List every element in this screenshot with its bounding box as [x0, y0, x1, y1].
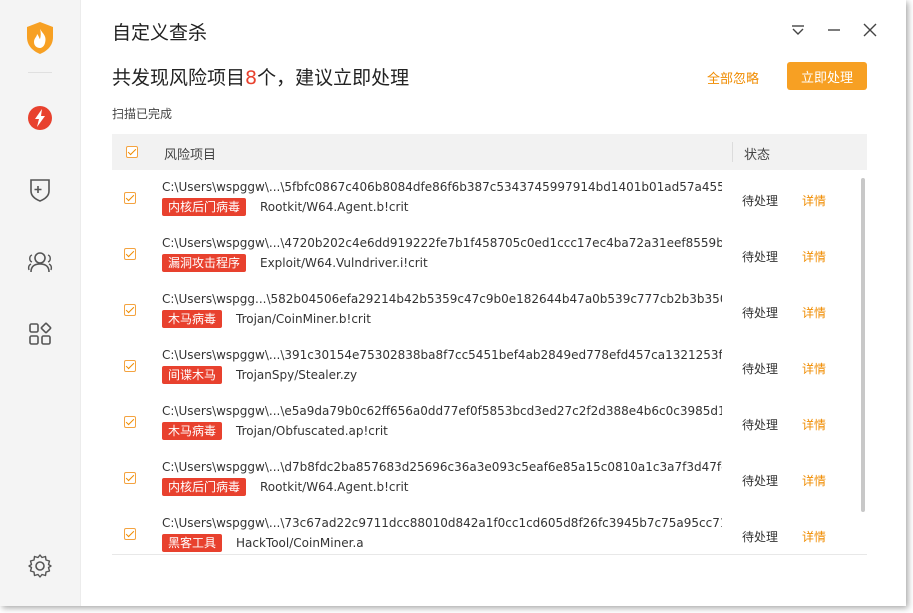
- row-status: 待处理: [742, 418, 779, 432]
- file-path: C:\Users\wspggw\...\e5a9da79b0c62ff656a0…: [162, 404, 722, 418]
- threat-category-badge: 漏洞攻击程序: [162, 254, 247, 272]
- shield-plus-icon[interactable]: [24, 174, 56, 206]
- detail-link[interactable]: 详情: [802, 416, 826, 433]
- summary-suffix: 个，建议立即处理: [257, 67, 410, 89]
- risk-count: 8: [245, 67, 258, 89]
- sidebar: [0, 0, 81, 606]
- settings-gear-icon[interactable]: [24, 550, 56, 582]
- row-status: 待处理: [742, 530, 779, 544]
- ignore-all-link[interactable]: 全部忽略: [707, 68, 759, 87]
- table-row: C:\Users\wspggw\...\391c30154e75302838ba…: [112, 338, 867, 394]
- threat-category-badge: 内核后门病毒: [162, 198, 247, 216]
- threat-category-badge: 木马病毒: [162, 310, 223, 328]
- file-path: C:\Users\wspggw\...\73c67ad22c9711dcc880…: [162, 516, 722, 530]
- file-path: C:\Users\wspgg...\582b04506efa29214b42b5…: [162, 292, 722, 306]
- row-status: 待处理: [742, 362, 779, 376]
- header-divider: [732, 142, 733, 162]
- shield-flame-logo-icon: [24, 22, 56, 54]
- threat-category-badge: 黑客工具: [162, 534, 223, 552]
- header-status: 状态: [744, 148, 771, 163]
- risk-summary-headline: 共发现风险项目8个，建议立即处理: [112, 63, 409, 90]
- row-checkbox[interactable]: [124, 248, 136, 260]
- virus-name: HackTool/CoinMiner.a: [236, 536, 364, 550]
- table-row: C:\Users\wspggw\...\5fbfc0867c406b8084df…: [112, 170, 867, 226]
- main-panel: 自定义查杀 共发现风险项目8个，建议立即处理 全部忽略 立即处理 扫描已完成 风…: [80, 0, 906, 606]
- table-row: C:\Users\wspggw\...\d7b8fdc2ba857683d256…: [112, 450, 867, 506]
- row-checkbox[interactable]: [124, 304, 136, 316]
- file-path: C:\Users\wspggw\...\4720b202c4e6dd919222…: [162, 236, 722, 250]
- summary-prefix: 共发现风险项目: [112, 67, 246, 89]
- table-body: C:\Users\wspggw\...\5fbfc0867c406b8084df…: [112, 170, 867, 554]
- table-header: 风险项目 状态: [112, 134, 867, 170]
- window-title: 自定义查杀: [112, 22, 208, 44]
- row-status: 待处理: [742, 474, 779, 488]
- row-status: 待处理: [742, 306, 779, 320]
- row-checkbox[interactable]: [124, 360, 136, 372]
- table-row: C:\Users\wspggw\...\e5a9da79b0c62ff656a0…: [112, 394, 867, 450]
- detail-link[interactable]: 详情: [802, 528, 826, 545]
- detail-link[interactable]: 详情: [802, 360, 826, 377]
- file-path: C:\Users\wspggw\...\5fbfc0867c406b8084df…: [162, 180, 722, 194]
- file-path: C:\Users\wspggw\...\391c30154e75302838ba…: [162, 348, 722, 362]
- scan-status-text: 扫描已完成: [112, 107, 173, 121]
- threat-category-badge: 木马病毒: [162, 422, 223, 440]
- menu-dropdown-icon[interactable]: [788, 20, 808, 40]
- table-row: C:\Users\wspggw\...\73c67ad22c9711dcc880…: [112, 506, 867, 554]
- minimize-icon[interactable]: [824, 20, 844, 40]
- app-window: 自定义查杀 共发现风险项目8个，建议立即处理 全部忽略 立即处理 扫描已完成 风…: [0, 0, 906, 606]
- table-row: C:\Users\wspgg...\582b04506efa29214b42b5…: [112, 282, 867, 338]
- virus-name: Trojan/CoinMiner.b!crit: [236, 312, 371, 326]
- row-checkbox[interactable]: [124, 192, 136, 204]
- risk-table: 风险项目 状态 C:\Users\wspggw\...\5fbfc0867c40…: [112, 134, 867, 555]
- virus-name: Rootkit/W64.Agent.b!crit: [260, 200, 409, 214]
- threat-category-badge: 内核后门病毒: [162, 478, 247, 496]
- select-all-checkbox[interactable]: [126, 146, 138, 158]
- virus-name: TrojanSpy/Stealer.zy: [236, 368, 358, 382]
- file-path: C:\Users\wspggw\...\d7b8fdc2ba857683d256…: [162, 460, 722, 474]
- threat-category-badge: 间谍木马: [162, 366, 223, 384]
- row-status: 待处理: [742, 194, 779, 208]
- detail-link[interactable]: 详情: [802, 192, 826, 209]
- row-checkbox[interactable]: [124, 472, 136, 484]
- handle-now-button[interactable]: 立即处理: [787, 62, 867, 90]
- apps-grid-icon[interactable]: [24, 318, 56, 350]
- speedup-icon[interactable]: [24, 102, 56, 134]
- virus-name: Trojan/Obfuscated.ap!crit: [236, 424, 388, 438]
- close-icon[interactable]: [860, 20, 880, 40]
- virus-name: Exploit/W64.Vulndriver.i!crit: [260, 256, 428, 270]
- sidebar-divider: [28, 72, 52, 73]
- detail-link[interactable]: 详情: [802, 472, 826, 489]
- detail-link[interactable]: 详情: [802, 248, 826, 265]
- virus-name: Rootkit/W64.Agent.b!crit: [260, 480, 409, 494]
- row-status: 待处理: [742, 250, 779, 264]
- row-checkbox[interactable]: [124, 528, 136, 540]
- table-row: C:\Users\wspggw\...\4720b202c4e6dd919222…: [112, 226, 867, 282]
- row-checkbox[interactable]: [124, 416, 136, 428]
- header-risk-items: 风险项目: [164, 148, 217, 163]
- table-scrollbar[interactable]: [861, 178, 865, 512]
- users-icon[interactable]: [24, 246, 56, 278]
- detail-link[interactable]: 详情: [802, 304, 826, 321]
